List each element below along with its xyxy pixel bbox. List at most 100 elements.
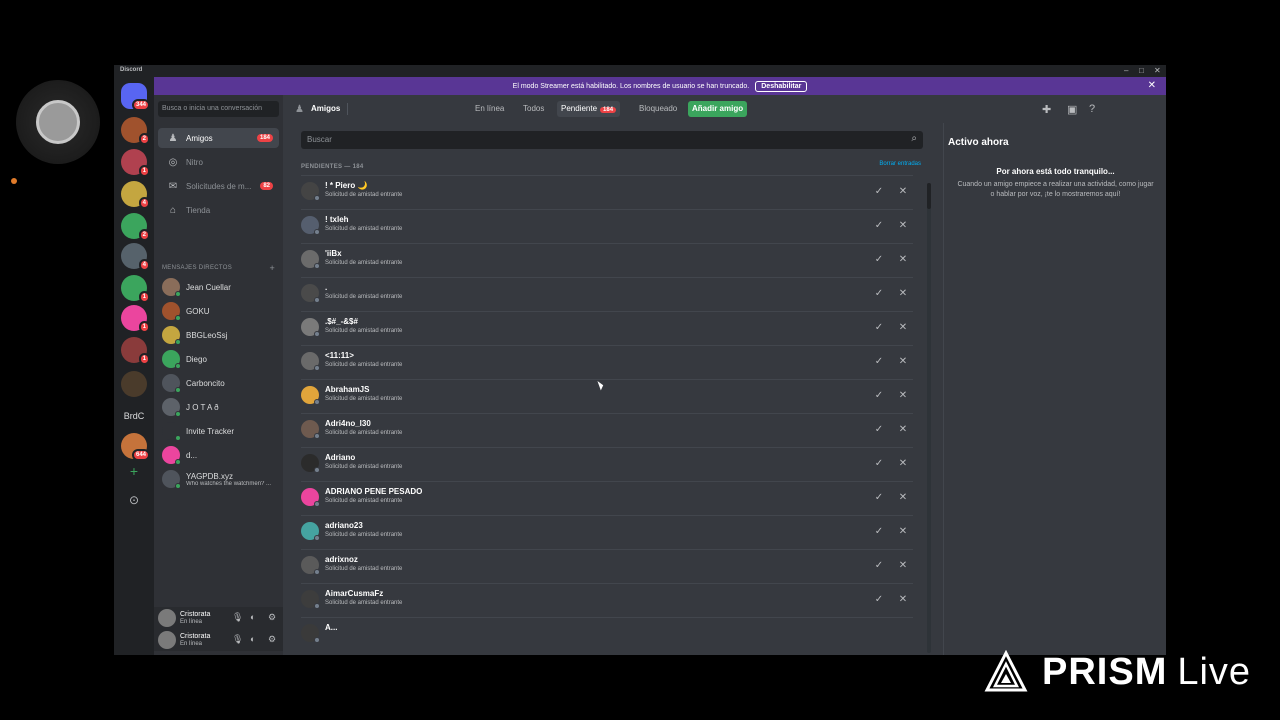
accept-icon[interactable]: ✓ [869, 386, 889, 406]
status-dot [314, 229, 320, 235]
dm-item[interactable]: d... [158, 444, 279, 466]
mic-icon[interactable]: 🎙 [232, 612, 243, 623]
dm-item[interactable]: BBGLeoSsj [158, 324, 279, 346]
clear-entries-link[interactable]: Borrar entradas [879, 161, 921, 167]
dm-item[interactable]: Invite Tracker [158, 420, 279, 442]
dm-item[interactable]: YAGPDB.xyz Who watches the watchmen? ... [158, 468, 279, 490]
banner-close-icon[interactable]: ✕ [1148, 80, 1156, 91]
accept-icon[interactable]: ✓ [869, 522, 889, 542]
friend-request-row[interactable]: 'iiBx Solicitud de amistad entrante ✓ ✕ [301, 243, 913, 277]
dm-item[interactable]: Carboncito [158, 372, 279, 394]
explore-servers-icon[interactable]: ⊙ [118, 493, 150, 507]
friend-request-row[interactable]: A... [301, 617, 913, 651]
accept-icon[interactable]: ✓ [869, 250, 889, 270]
decline-icon[interactable]: ✕ [893, 250, 913, 270]
friend-request-row[interactable]: <11:11> Solicitud de amistad entrante ✓ ✕ [301, 345, 913, 379]
accept-icon[interactable]: ✓ [869, 420, 889, 440]
friend-request-row[interactable]: adriano23 Solicitud de amistad entrante ✓ ✕ [301, 515, 913, 549]
server-icon[interactable]: 1 [121, 305, 150, 333]
dm-item[interactable]: Diego [158, 348, 279, 370]
server-icon[interactable]: 1 [121, 149, 150, 177]
mic-icon[interactable]: 🎙 [232, 634, 243, 645]
headphones-icon[interactable]: ◐ [250, 612, 255, 622]
tab-2[interactable]: Pendiente 184 [557, 101, 621, 117]
friend-request-row[interactable]: Adri4no_l30 Solicitud de amistad entrante… [301, 413, 913, 447]
decline-icon[interactable]: ✕ [893, 182, 913, 202]
inbox-icon[interactable]: ▣ [1067, 103, 1077, 116]
decline-icon[interactable]: ✕ [893, 522, 913, 542]
gear-icon[interactable]: ⚙ [268, 634, 276, 645]
accept-icon[interactable]: ✓ [869, 284, 889, 304]
server-icon[interactable]: 2 [121, 117, 150, 145]
accept-icon[interactable]: ✓ [869, 182, 889, 202]
friend-request-row[interactable]: .$#_-&$# Solicitud de amistad entrante ✓ ✕ [301, 311, 913, 345]
new-group-dm-icon[interactable]: ✚ [1042, 103, 1051, 116]
headphones-icon[interactable]: ◐ [250, 634, 255, 644]
friend-request-row[interactable]: AbrahamJS Solicitud de amistad entrante ✓ ✕ [301, 379, 913, 413]
server-icon[interactable]: 644 [121, 433, 150, 461]
decline-icon[interactable]: ✕ [893, 556, 913, 576]
user-avatar[interactable] [158, 609, 176, 627]
friend-request-row[interactable]: ! * Piero 🌙 Solicitud de amistad entrante… [301, 175, 913, 209]
friend-request-row[interactable]: AimarCusmaFz Solicitud de amistad entrant… [301, 583, 913, 617]
server-icon[interactable]: 1 [121, 275, 150, 303]
dm-item[interactable]: GOKU [158, 300, 279, 322]
maximize-button[interactable]: □ [1139, 65, 1144, 77]
friend-search-input[interactable]: Buscar ⌕ [301, 131, 923, 149]
help-icon[interactable]: ? [1089, 103, 1095, 115]
accept-icon[interactable]: ✓ [869, 454, 889, 474]
friend-request-row[interactable]: ADRIANO PENE PESADO Solicitud de amistad … [301, 481, 913, 515]
friend-request-row[interactable]: . Solicitud de amistad entrante ✓ ✕ [301, 277, 913, 311]
accept-icon[interactable]: ✓ [869, 556, 889, 576]
disable-streamer-button[interactable]: Deshabilitar [755, 80, 808, 92]
decline-icon[interactable]: ✕ [893, 420, 913, 440]
sidebar-item-nitro[interactable]: ◎ Nitro [158, 152, 279, 172]
decline-icon[interactable]: ✕ [893, 318, 913, 338]
server-icon[interactable]: 1 [121, 337, 150, 365]
friend-request-row[interactable]: Adriano Solicitud de amistad entrante ✓ ✕ [301, 447, 913, 481]
server-icon[interactable]: 2 [121, 213, 150, 241]
accept-icon[interactable]: ✓ [869, 318, 889, 338]
prism-wordmark: PRISM Live [1042, 651, 1251, 694]
app-wordmark: Discord [120, 67, 143, 73]
scrollbar-thumb[interactable] [927, 183, 931, 209]
dm-search-input[interactable]: Busca o inicia una conversación [158, 101, 279, 117]
create-dm-icon[interactable]: + [269, 263, 275, 273]
server-icon[interactable] [121, 371, 147, 397]
decline-icon[interactable]: ✕ [893, 488, 913, 508]
server-icon[interactable]: 4 [121, 181, 150, 209]
accept-icon[interactable]: ✓ [869, 590, 889, 610]
avatar [301, 386, 320, 405]
server-label-10[interactable]: BrdC [118, 411, 150, 421]
tab-0[interactable]: En línea [471, 101, 508, 117]
sidebar-item-friends[interactable]: ♟ Amigos 184 [158, 128, 279, 148]
decline-icon[interactable]: ✕ [893, 284, 913, 304]
friend-request-row[interactable]: ! txleh Solicitud de amistad entrante ✓ ✕ [301, 209, 913, 243]
sidebar-item-mail[interactable]: ✉ Solicitudes de m... 82 [158, 176, 279, 196]
home-discord-icon[interactable]: 344 [121, 83, 150, 111]
minimize-button[interactable]: – [1124, 65, 1128, 77]
tab-3[interactable]: Bloqueado [635, 101, 681, 117]
tab-1[interactable]: Todos [519, 101, 548, 117]
decline-icon[interactable]: ✕ [893, 454, 913, 474]
user-avatar[interactable] [158, 631, 176, 649]
accept-icon[interactable]: ✓ [869, 488, 889, 508]
accept-icon[interactable]: ✓ [869, 352, 889, 372]
sidebar-item-store[interactable]: ⌂ Tienda [158, 200, 279, 220]
decline-icon[interactable]: ✕ [893, 216, 913, 236]
dm-item[interactable]: J O T A ð [158, 396, 279, 418]
list-scrollbar[interactable] [927, 183, 931, 653]
gear-icon[interactable]: ⚙ [268, 612, 276, 623]
tab-4[interactable]: Añadir amigo [688, 101, 748, 117]
friend-request-row[interactable]: adrixnoz Solicitud de amistad entrante ✓ ✕ [301, 549, 913, 583]
page-title: Amigos [311, 104, 341, 113]
add-server-icon[interactable]: + [118, 463, 150, 479]
assistive-touch-button[interactable] [16, 80, 100, 164]
server-icon[interactable]: 4 [121, 243, 150, 271]
decline-icon[interactable]: ✕ [893, 352, 913, 372]
accept-icon[interactable]: ✓ [869, 216, 889, 236]
decline-icon[interactable]: ✕ [893, 590, 913, 610]
dm-item[interactable]: Jean Cuellar [158, 276, 279, 298]
decline-icon[interactable]: ✕ [893, 386, 913, 406]
close-window-button[interactable]: ✕ [1154, 65, 1161, 77]
